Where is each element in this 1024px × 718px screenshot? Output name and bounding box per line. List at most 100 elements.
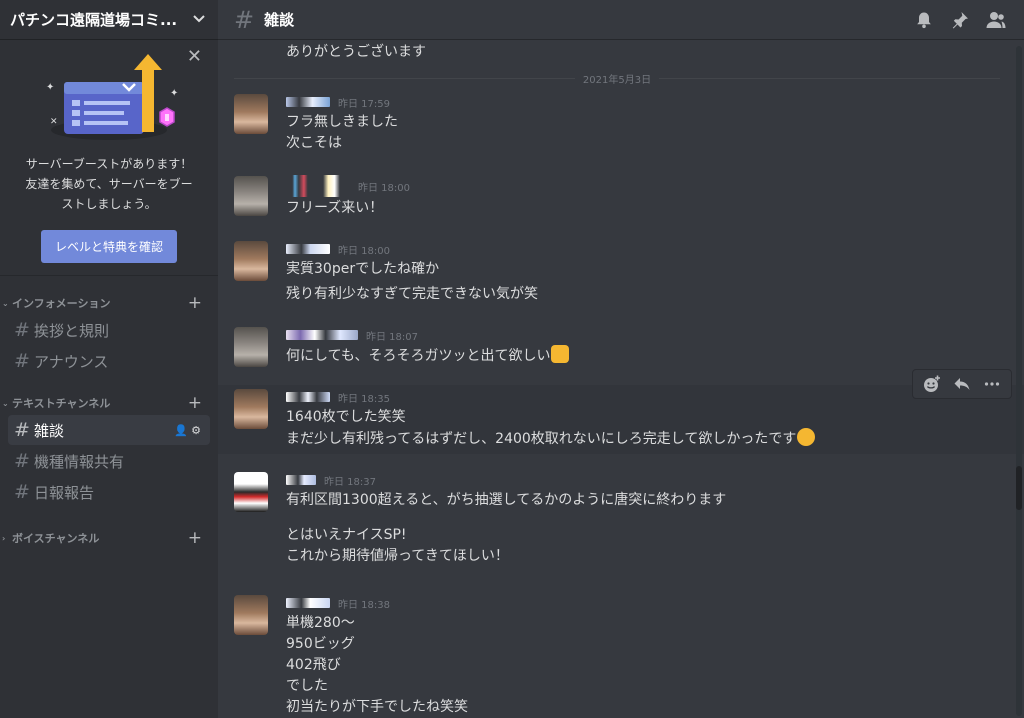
plus-icon[interactable]: +	[188, 528, 202, 548]
gear-icon[interactable]: ⚙	[191, 424, 204, 437]
message-text: まだ少し有利残ってるはずだし、2400枚取れないにしろ完走して欲しかったです	[286, 431, 797, 447]
caret-down-icon: ⌄	[2, 398, 9, 408]
bell-icon[interactable]	[912, 8, 936, 32]
message-text: フラ無しきました	[286, 114, 398, 130]
svg-text:✦: ✦	[46, 82, 54, 93]
timestamp: 昨日 18:07	[366, 331, 418, 343]
reply-icon[interactable]	[947, 370, 977, 398]
hash-icon: #	[14, 481, 30, 503]
message-text: 残り有利少なすぎて完走できない気が笑	[286, 286, 538, 302]
channel-title: 雑談	[264, 11, 295, 29]
category-voice[interactable]: › ボイスチャンネル +	[0, 527, 218, 549]
message-text: 402飛び	[286, 657, 341, 673]
hash-icon: #	[14, 419, 30, 441]
channel-chat[interactable]: # 雑談 👤⚙	[8, 415, 210, 445]
channel-sidebar: パチンコ遠隔道場コミ... ✕ ✦ ✕ ✦ サーバーブーストがあります！ 友達を…	[0, 0, 218, 718]
date-divider-text: 2021年5月3日	[582, 75, 652, 86]
message-item: 昨日 18:37 有利区間1300超えると、がち抽選してるかのように唐突に終わり…	[218, 468, 1024, 571]
message-text: 1640枚でした笑笑	[286, 409, 406, 425]
channel-label: 日報報告	[34, 483, 95, 502]
avatar[interactable]	[234, 472, 268, 512]
boost-text-line: サーバーブーストがあります！	[25, 157, 193, 171]
boost-text-line: ストしましょう。	[61, 197, 157, 211]
message-item: 昨日 18:35 1640枚でした笑笑 まだ少し有利残ってるはずだし、2400枚…	[218, 369, 1024, 454]
channel-topbar: # 雑談	[218, 0, 1024, 40]
channel-announce[interactable]: # アナウンス	[8, 346, 210, 376]
username-redacted[interactable]	[286, 330, 358, 340]
add-reaction-icon[interactable]	[917, 370, 947, 398]
channel-greeting[interactable]: # 挨拶と規則	[8, 315, 210, 345]
message-item: 昨日 18:00 実質30perでしたね確か 残り有利少なすぎて完走できない気が…	[218, 237, 1024, 309]
chat-area: # 雑談 ありがとうございます 2021年5月3日 昨日 17:59 フラ無しき…	[218, 0, 1024, 718]
avatar[interactable]	[234, 241, 268, 281]
message-text: 単機280〜	[286, 615, 355, 631]
close-icon[interactable]: ✕	[187, 48, 202, 66]
chevron-down-icon[interactable]	[192, 11, 206, 29]
message-text: 何にしても、そろそろガツッと出て欲しい	[286, 348, 551, 364]
category-label: インフォメーション	[12, 297, 111, 310]
hash-icon: #	[14, 319, 30, 341]
channel-label: 雑談	[34, 421, 65, 440]
channel-label: 挨拶と規則	[34, 321, 110, 340]
username-redacted[interactable]	[286, 598, 330, 608]
boost-illustration: ✦ ✕ ✦	[46, 54, 178, 140]
avatar[interactable]	[234, 389, 268, 429]
message-text: これから期待値帰ってきてほしい！	[286, 548, 509, 564]
channel-machine[interactable]: # 機種情報共有	[8, 446, 210, 476]
message-text: 初当たりが下手でしたね笑笑	[286, 699, 468, 715]
plus-icon[interactable]: +	[188, 393, 202, 413]
scrollbar-thumb[interactable]	[1016, 466, 1022, 510]
message-text: 次こそは	[286, 135, 342, 151]
message-text: 950ビッグ	[286, 636, 355, 652]
timestamp: 昨日 18:35	[338, 393, 390, 405]
server-name: パチンコ遠隔道場コミ...	[10, 11, 178, 29]
channel-label: 機種情報共有	[34, 452, 125, 471]
message-actions-toolbar	[912, 369, 1012, 399]
category-text[interactable]: ⌄ テキストチャンネル +	[0, 392, 218, 414]
avatar[interactable]	[234, 595, 268, 635]
caret-down-icon: ⌄	[2, 298, 9, 308]
crying-emoji-icon	[797, 428, 816, 446]
username-redacted[interactable]	[286, 392, 330, 402]
boost-text-line: 友達を集めて、サーバーをブー	[25, 177, 193, 191]
date-divider: 2021年5月3日	[234, 71, 1000, 86]
username-redacted[interactable]	[286, 244, 330, 254]
members-icon[interactable]	[984, 8, 1008, 32]
message-item: 昨日 18:38 単機280〜 950ビッグ 402飛び でした 初当たりが下手…	[218, 591, 1024, 718]
timestamp: 昨日 17:59	[338, 98, 390, 110]
message-item: 昨日 18:07 何にしても、そろそろガツッと出て欲しい	[218, 323, 1024, 371]
timestamp: 昨日 18:00	[338, 245, 390, 257]
message-text: 有利区間1300超えると、がち抽選してるかのように唐突に終わります	[286, 492, 727, 508]
server-boost-panel: ✕ ✦ ✕ ✦ サーバーブーストがあります！ 友達を集めて、サーバーをブー スト…	[0, 40, 218, 276]
svg-text:✦: ✦	[170, 88, 178, 99]
message-text: ありがとうございます	[286, 44, 426, 60]
avatar[interactable]	[234, 94, 268, 134]
view-perks-button[interactable]: レベルと特典を確認	[40, 230, 177, 263]
timestamp: 昨日 18:37	[324, 476, 376, 488]
timestamp: 昨日 18:38	[338, 599, 390, 611]
username-redacted[interactable]	[286, 97, 330, 107]
username-redacted[interactable]	[286, 175, 350, 197]
channel-daily[interactable]: # 日報報告	[8, 477, 210, 507]
category-label: テキストチャンネル	[12, 397, 111, 410]
hash-icon: #	[234, 5, 255, 34]
hash-icon: #	[14, 450, 30, 472]
pin-icon[interactable]	[948, 8, 972, 32]
username-redacted[interactable]	[286, 475, 316, 485]
message-item: 昨日 17:59 フラ無しきました 次こそは	[218, 90, 1024, 158]
message-text: とはいえナイスSP!	[286, 527, 407, 543]
message-list[interactable]: ありがとうございます 2021年5月3日 昨日 17:59 フラ無しきました 次…	[218, 40, 1024, 718]
category-info[interactable]: ⌄ インフォメーション +	[0, 292, 218, 314]
message-text: 実質30perでしたね確か	[286, 261, 440, 277]
plus-icon[interactable]: +	[188, 293, 202, 313]
add-member-icon[interactable]: 👤	[174, 424, 191, 437]
scrollbar-track[interactable]	[1016, 46, 1022, 716]
caret-right-icon: ›	[2, 533, 6, 543]
avatar[interactable]	[234, 327, 268, 367]
fist-emoji-icon	[551, 345, 570, 363]
avatar[interactable]	[234, 176, 268, 216]
more-icon[interactable]	[977, 370, 1007, 398]
svg-text:✕: ✕	[50, 117, 58, 127]
message-text: フリーズ来い！	[286, 200, 384, 216]
server-header[interactable]: パチンコ遠隔道場コミ...	[0, 0, 218, 40]
